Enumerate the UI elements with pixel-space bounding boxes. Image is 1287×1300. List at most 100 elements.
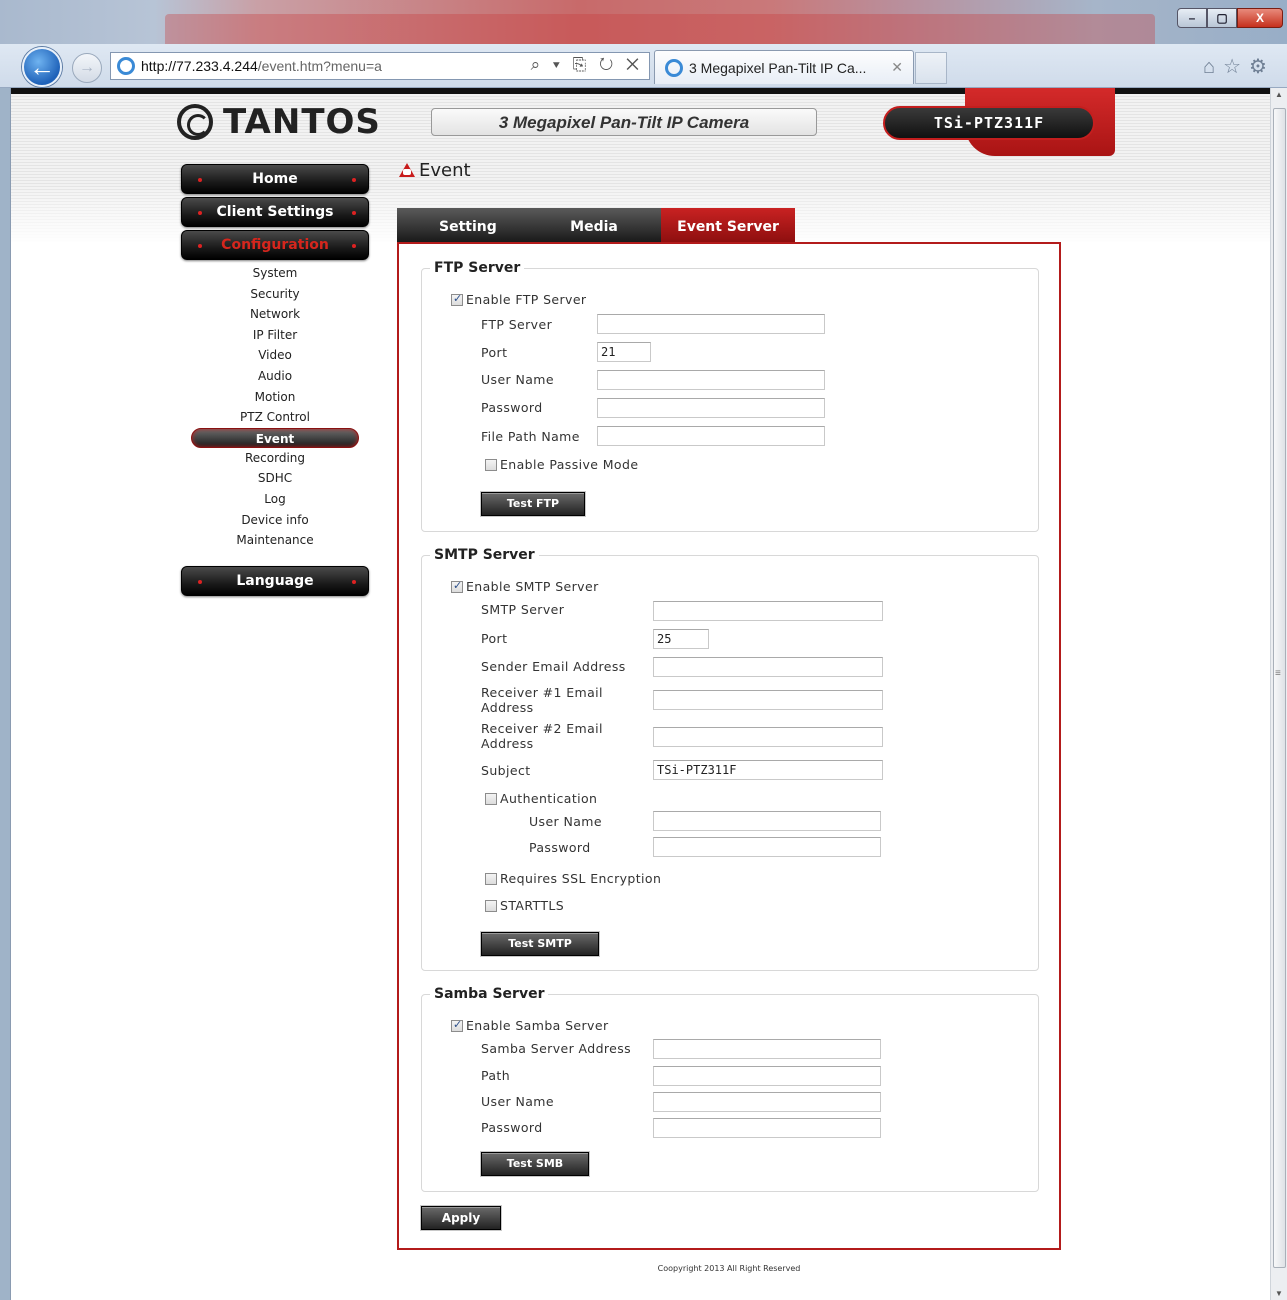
samba-path-input[interactable]	[653, 1066, 881, 1086]
samba-user-input[interactable]	[653, 1092, 881, 1112]
smtp-auth-label: Authentication	[500, 791, 598, 806]
ftp-port-input[interactable]	[597, 342, 651, 362]
smtp-auth-row[interactable]: Authentication	[485, 791, 597, 806]
sidebar-language-button[interactable]: Language	[181, 566, 369, 596]
ftp-enable-row[interactable]: Enable FTP Server	[451, 292, 586, 307]
smtp-legend: SMTP Server	[434, 547, 535, 563]
scroll-up-icon[interactable]: ▲	[1275, 90, 1283, 99]
tab-close-icon[interactable]: ✕	[891, 59, 903, 76]
tab-event-server[interactable]: Event Server	[661, 208, 795, 242]
event-tabs: Setting Media Event Server	[397, 208, 795, 242]
test-smb-button[interactable]: Test SMB	[481, 1152, 589, 1176]
sidebar-home-button[interactable]: Home	[181, 164, 369, 194]
smtp-receiver2-input[interactable]	[653, 727, 883, 747]
sidebar-item-network[interactable]: Network	[181, 304, 369, 325]
browser-tab[interactable]: 3 Megapixel Pan-Tilt IP Ca... ✕	[654, 50, 914, 84]
samba-password-input[interactable]	[653, 1118, 881, 1138]
ftp-passive-label: Enable Passive Mode	[500, 457, 639, 472]
sidebar-item-ptz-control[interactable]: PTZ Control	[181, 407, 369, 428]
window-controls: – ▢ X	[1177, 8, 1283, 28]
samba-enable-checkbox[interactable]	[451, 1018, 463, 1032]
address-bar[interactable]: http://77.233.4.244/event.htm?menu=a ⌕ ▾…	[110, 52, 650, 80]
sidebar-item-maintenance[interactable]: Maintenance	[181, 530, 369, 551]
samba-legend: Samba Server	[434, 986, 545, 1002]
receiver2-label-line1: Receiver #2 Email	[481, 721, 603, 736]
smtp-ssl-row[interactable]: Requires SSL Encryption	[485, 871, 661, 886]
smtp-auth-password-input[interactable]	[653, 837, 881, 857]
smtp-enable-row[interactable]: Enable SMTP Server	[451, 579, 599, 594]
sidebar-item-recording[interactable]: Recording	[181, 448, 369, 469]
smtp-starttls-row[interactable]: STARTTLS	[485, 898, 564, 913]
ftp-enable-checkbox[interactable]	[451, 292, 463, 306]
ie-logo-icon	[665, 58, 683, 77]
smtp-sender-label: Sender Email Address	[481, 659, 626, 674]
sidebar-item-ip-filter[interactable]: IP Filter	[181, 325, 369, 346]
new-tab-button[interactable]	[915, 52, 947, 84]
sidebar-item-security[interactable]: Security	[181, 284, 369, 305]
apply-button[interactable]: Apply	[421, 1206, 501, 1230]
samba-enable-label: Enable Samba Server	[466, 1018, 609, 1033]
scrollbar-thumb[interactable]	[1273, 108, 1286, 1268]
ftp-passive-row[interactable]: Enable Passive Mode	[485, 457, 638, 472]
ftp-path-input[interactable]	[597, 426, 825, 446]
samba-path-label: Path	[481, 1068, 511, 1083]
sidebar-item-device-info[interactable]: Device info	[181, 510, 369, 531]
smtp-ssl-label: Requires SSL Encryption	[500, 871, 662, 886]
smtp-enable-checkbox[interactable]	[451, 579, 463, 593]
tantos-logo: TANTOS	[177, 102, 381, 142]
address-tools-icons[interactable]: ⌕ ▾ ⎘ ↻ ✕	[531, 55, 643, 75]
close-window-button[interactable]: X	[1237, 8, 1283, 28]
event-server-panel: FTP Server Enable FTP Server FTP Server …	[397, 242, 1061, 1250]
sidebar-client-settings-button[interactable]: Client Settings	[181, 197, 369, 227]
vertical-scrollbar[interactable]: ▲ ≡ ▼	[1270, 88, 1287, 1300]
receiver1-label-line2: Address	[481, 700, 534, 715]
sidebar-configuration-button[interactable]: Configuration	[181, 230, 369, 260]
smtp-auth-password-label: Password	[529, 840, 591, 855]
model-badge: TSi-PTZ311F	[871, 88, 1115, 156]
configuration-submenu: System Security Network IP Filter Video …	[181, 263, 369, 551]
test-ftp-button[interactable]: Test FTP	[481, 492, 585, 516]
test-smtp-button[interactable]: Test SMTP	[481, 932, 599, 956]
smtp-sender-input[interactable]	[653, 657, 883, 677]
url-path: /event.htm?menu=a	[257, 58, 382, 74]
forward-button[interactable]: →	[72, 53, 102, 83]
smtp-starttls-checkbox[interactable]	[485, 900, 497, 912]
tab-setting[interactable]: Setting	[397, 208, 527, 242]
maximize-button[interactable]: ▢	[1207, 8, 1237, 28]
tab-media[interactable]: Media	[527, 208, 661, 242]
sidebar-item-motion[interactable]: Motion	[181, 387, 369, 408]
back-button[interactable]: ←	[22, 47, 62, 87]
samba-address-input[interactable]	[653, 1039, 881, 1059]
smtp-auth-checkbox[interactable]	[485, 793, 497, 805]
smtp-subject-input[interactable]	[653, 760, 883, 780]
sidebar-item-log[interactable]: Log	[181, 489, 369, 510]
smtp-auth-user-input[interactable]	[653, 811, 881, 831]
smtp-server-input[interactable]	[653, 601, 883, 621]
sidebar-item-event[interactable]: Event	[191, 427, 359, 448]
smtp-port-input[interactable]	[653, 629, 709, 649]
ftp-server-label: FTP Server	[481, 317, 553, 332]
ftp-enable-label: Enable FTP Server	[466, 292, 587, 307]
home-label: Home	[252, 171, 298, 187]
smtp-ssl-checkbox[interactable]	[485, 873, 497, 885]
back-arrow-icon: ←	[29, 51, 55, 82]
samba-enable-row[interactable]: Enable Samba Server	[451, 1018, 608, 1033]
smtp-receiver1-input[interactable]	[653, 690, 883, 710]
minimize-button[interactable]: –	[1177, 8, 1207, 28]
sidebar-item-sdhc[interactable]: SDHC	[181, 468, 369, 489]
ftp-password-input[interactable]	[597, 398, 825, 418]
ftp-user-label: User Name	[481, 372, 554, 387]
titlebar-glass	[165, 14, 1155, 44]
page-title-text: Event	[419, 160, 471, 181]
home-favorites-settings-icons[interactable]: ⌂☆⚙	[1203, 54, 1275, 79]
sidebar-item-video[interactable]: Video	[181, 345, 369, 366]
ftp-server-input[interactable]	[597, 314, 825, 334]
tab-title: 3 Megapixel Pan-Tilt IP Ca...	[689, 59, 867, 76]
ftp-user-input[interactable]	[597, 370, 825, 390]
smtp-auth-user-label: User Name	[529, 814, 602, 829]
sidebar-item-audio[interactable]: Audio	[181, 366, 369, 387]
sidebar-item-system[interactable]: System	[181, 263, 369, 284]
ftp-passive-checkbox[interactable]	[485, 459, 497, 471]
scroll-down-icon[interactable]: ▼	[1275, 1289, 1283, 1298]
receiver2-label-line2: Address	[481, 736, 534, 751]
